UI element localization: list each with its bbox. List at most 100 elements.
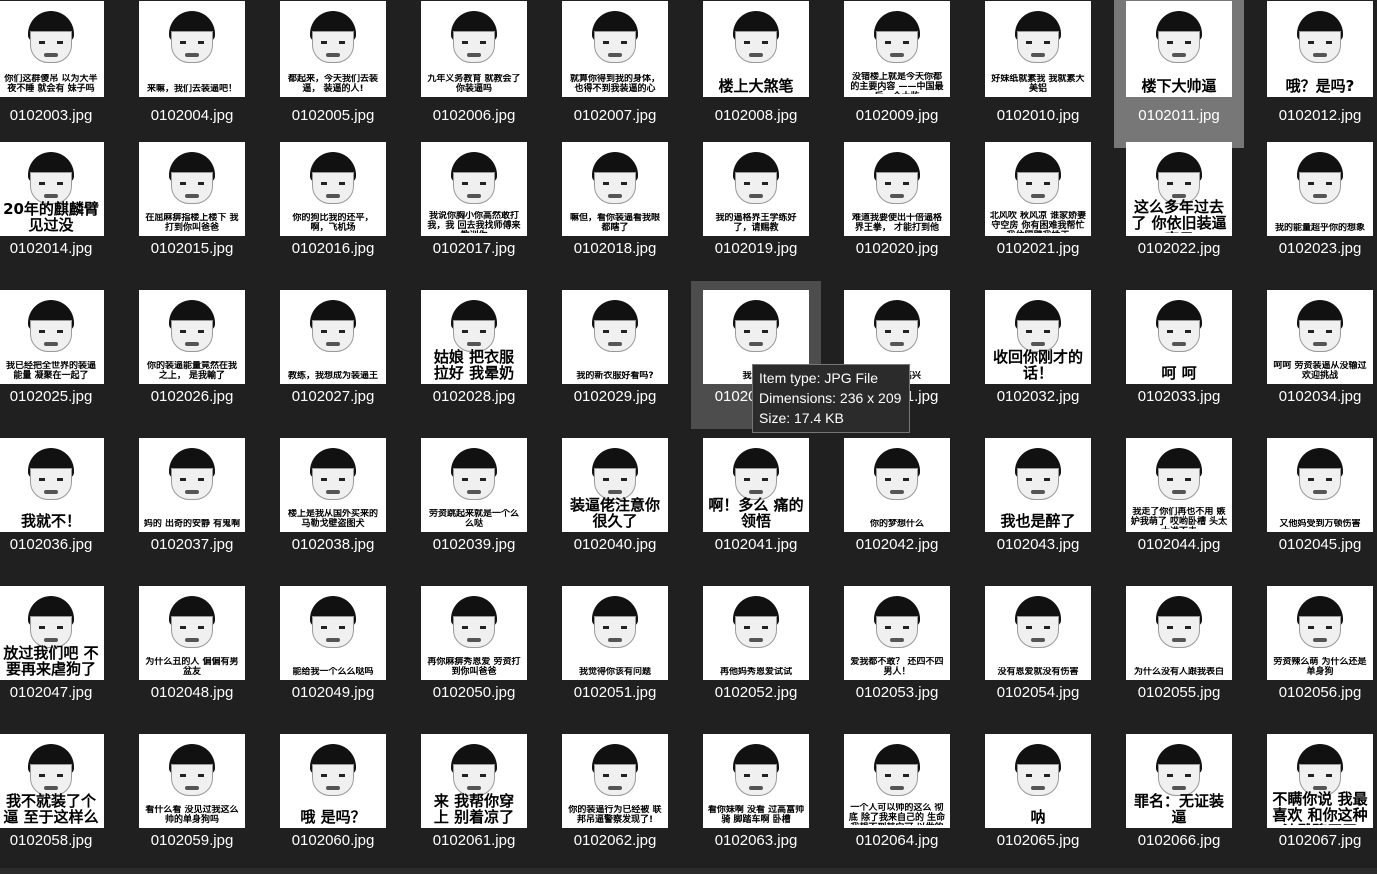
horizontal-scrollbar[interactable]: [0, 868, 1377, 874]
file-item[interactable]: 看你妹啊 没看 过高富帅骑 脚踏车啊 卧槽 0102063.jpg: [691, 725, 821, 873]
meme-eye: [462, 330, 468, 333]
file-item[interactable]: 又他妈受到万顿伤害 0102045.jpg: [1255, 429, 1377, 577]
file-item[interactable]: 为什么没有人跟我表白 0102055.jpg: [1114, 577, 1244, 725]
file-name-label: 0102006.jpg: [432, 107, 516, 124]
file-item[interactable]: 就算你得到我的身体， 也得不到我装逼的心 0102007.jpg: [550, 0, 680, 148]
file-item[interactable]: 教练，我想成为装逼王 0102027.jpg: [268, 281, 398, 429]
file-item[interactable]: 不瞒你说 我最喜欢 和你这种沙雕聊天了 0102067.jpg: [1255, 725, 1377, 873]
file-item[interactable]: 我的能量超乎你的想象 0102023.jpg: [1255, 133, 1377, 281]
file-item[interactable]: 我的逼格界王学练好了，请赐教 0102019.jpg: [691, 133, 821, 281]
file-item[interactable]: 呐 0102065.jpg: [973, 725, 1103, 873]
file-item[interactable]: 哦 是吗？ 0102060.jpg: [268, 725, 398, 873]
file-item[interactable]: 我的新衣服好看吗? 0102029.jpg: [550, 281, 680, 429]
meme-eye: [1026, 330, 1032, 333]
thumbnail-image: 我的能量超乎你的想象: [1267, 142, 1373, 236]
file-item[interactable]: 再你麻痹秀恩爱 劳资打到你叫爸爸 0102050.jpg: [409, 577, 539, 725]
meme-eye: [321, 182, 327, 185]
file-item[interactable]: 罪名：无证装逼 0102066.jpg: [1114, 725, 1244, 873]
file-item[interactable]: 难道我要使出十倍逼格界王拳， 才能打到他 0102020.jpg: [832, 133, 962, 281]
file-item[interactable]: 能给我一个么么哒吗 0102049.jpg: [268, 577, 398, 725]
meme-eye: [39, 182, 45, 185]
file-item[interactable]: 妈的 出奇的安静 有鬼啊 0102037.jpg: [127, 429, 257, 577]
file-item[interactable]: 劳资辣么萌 为什么还是单身狗 0102056.jpg: [1255, 577, 1377, 725]
file-item[interactable]: 啊！多么 痛的领悟 0102041.jpg: [691, 429, 821, 577]
meme-mouth: [44, 53, 58, 57]
file-item[interactable]: 楼上是我从国外买来的 马勒戈壁盗图犬 0102038.jpg: [268, 429, 398, 577]
file-item[interactable]: 北风吹 秋风凉 谁家娇妻守空房 你有困难我帮忙 我住隔壁我姓王 0102021.j…: [973, 133, 1103, 281]
meme-mouth: [467, 638, 481, 642]
thumbnail-image: 好妹纸就素我 我就素大美铝: [985, 1, 1091, 97]
file-item[interactable]: 你的装逼行为已经被 联邦吊逼警察发现了! 0102062.jpg: [550, 725, 680, 873]
file-item[interactable]: 你们这群傻吊 以为大半夜不睡 就会有 妹子吗 0102003.jpg: [0, 0, 116, 148]
meme-mouth: [326, 490, 340, 494]
file-name-label: 0102022.jpg: [1137, 240, 1221, 257]
file-item[interactable]: 我说你胸小你高然敢打我，我 回去我找师傅来教训你 0102017.jpg: [409, 133, 539, 281]
file-item[interactable]: 劳资跳起来就是一个么么哒 0102039.jpg: [409, 429, 539, 577]
thumbnail-caption: 20年的麒麟臂见过没: [3, 201, 99, 233]
file-name-label: 0102063.jpg: [714, 832, 798, 849]
file-item[interactable]: 看什么看 没见过我这么帅的单身狗吗 0102059.jpg: [127, 725, 257, 873]
file-name-label: 0102048.jpg: [150, 684, 234, 701]
file-item[interactable]: 你的梦想什么 0102042.jpg: [832, 429, 962, 577]
meme-eye: [1185, 182, 1191, 185]
file-item[interactable]: 我已经把全世界的装逼能量 凝聚在一起了 0102025.jpg: [0, 281, 116, 429]
file-item[interactable]: 好妹纸就素我 我就素大美铝 0102010.jpg: [973, 0, 1103, 148]
file-item[interactable]: 呵 呵 0102033.jpg: [1114, 281, 1244, 429]
meme-eye: [480, 626, 486, 629]
file-item[interactable]: 哦？是吗? 0102012.jpg: [1255, 0, 1377, 148]
meme-mouth: [608, 786, 622, 790]
thumbnail-image: 楼上是我从国外买来的 马勒戈壁盗图犬: [280, 438, 386, 532]
thumbnail-caption: 妈的 出奇的安静 有鬼啊: [143, 519, 241, 529]
file-item[interactable]: 没有恩爱就没有伤害 0102054.jpg: [973, 577, 1103, 725]
file-item[interactable]: 楼上大煞笔 0102008.jpg: [691, 0, 821, 148]
meme-eye: [1044, 330, 1050, 333]
file-item[interactable]: 装逼佬注意你很久了 0102040.jpg: [550, 429, 680, 577]
file-item[interactable]: 你的装逼能量竟然在我之上， 是我輸了 0102026.jpg: [127, 281, 257, 429]
file-name-label: 0102065.jpg: [996, 832, 1080, 849]
meme-eye: [903, 774, 909, 777]
meme-eye: [180, 626, 186, 629]
file-item[interactable]: 我也是醉了 0102043.jpg: [973, 429, 1103, 577]
file-item[interactable]: 嘛但，看你装逼看我眼都瞎了 0102018.jpg: [550, 133, 680, 281]
thumbnail-caption: 能给我一个么么哒吗: [292, 667, 374, 677]
file-item[interactable]: 我觉得你该有问题 0102051.jpg: [550, 577, 680, 725]
file-item[interactable]: 来嘛，我们去装逼吧！ 0102004.jpg: [127, 0, 257, 148]
file-item[interactable]: 为什么丑的人 偏偏有男盆友 0102048.jpg: [127, 577, 257, 725]
file-item[interactable]: 九年义务教育 就教会了你装逼吗 0102006.jpg: [409, 0, 539, 148]
file-item[interactable]: 没错楼上就是今天你都的主要内容 ——中国最后一个太监 0102009.jpg: [832, 0, 962, 148]
meme-face: [594, 31, 636, 63]
meme-eye: [339, 41, 345, 44]
file-item[interactable]: 收回你刚才的话！ 0102032.jpg: [973, 281, 1103, 429]
file-item[interactable]: 我走了你们再也不用 嫉妒我萌了 哎哟卧槽 头太大进不去 0102044.jpg: [1114, 429, 1244, 577]
meme-face: [171, 764, 213, 796]
thumbnail-image: 罪名：无证装逼: [1126, 734, 1232, 828]
file-name-label: 0102047.jpg: [9, 684, 93, 701]
file-item[interactable]: 都起来，今天我们去装逼， 装逼的人! 0102005.jpg: [268, 0, 398, 148]
file-name-label: 0102045.jpg: [1278, 536, 1362, 553]
file-name-label: 0102060.jpg: [291, 832, 375, 849]
file-item[interactable]: 再他妈秀恩爱试试 0102052.jpg: [691, 577, 821, 725]
file-item[interactable]: 在屈麻痹指楼上楼下 我打到你叫爸爸 0102015.jpg: [127, 133, 257, 281]
file-item[interactable]: 20年的麒麟臂见过没 0102014.jpg: [0, 133, 116, 281]
thumbnail-caption: 你的梦想什么: [869, 519, 924, 529]
file-item[interactable]: 来 我帮你穿 上 别着凉了 0102061.jpg: [409, 725, 539, 873]
file-item[interactable]: 楼下大帅逼 0102011.jpg: [1114, 0, 1244, 148]
file-item[interactable]: 呵呵 劳资装逼从没输过 欢迎挑战 0102034.jpg: [1255, 281, 1377, 429]
file-item[interactable]: 我就不！ 0102036.jpg: [0, 429, 116, 577]
file-item[interactable]: 我不就装了个逼 至于这样么 0102058.jpg: [0, 725, 116, 873]
file-item[interactable]: 爱我都不敢？ 还四不四男人！ 0102053.jpg: [832, 577, 962, 725]
file-item[interactable]: 这么多年过去了 你依旧装逼度日 0102022.jpg: [1114, 133, 1244, 281]
thumbnail-caption: 来 我帮你穿 上 别着凉了: [433, 793, 515, 825]
file-item[interactable]: 姑娘 把衣服 拉好 我晕奶 0102028.jpg: [409, 281, 539, 429]
meme-face: [30, 616, 72, 648]
file-item[interactable]: 放过我们吧 不要再来虐狗了 0102047.jpg: [0, 577, 116, 725]
file-item[interactable]: 一个人可以帅的这么 彻底 除了我来自己的 生命 我想不到其它可 以做的事 情了 0…: [832, 725, 962, 873]
meme-mouth: [749, 786, 763, 790]
thumbnail-caption: 我说你胸小你高然敢打我，我 回去我找师傅来教训你: [427, 211, 521, 233]
thumbnail-caption: 一个人可以帅的这么 彻底 除了我来自己的 生命 我想不到其它可 以做的事 情了: [848, 803, 946, 825]
meme-face: [1299, 320, 1341, 352]
file-name-label: 0102061.jpg: [432, 832, 516, 849]
file-item[interactable]: 你的狗比我的还平，啊，飞机场 0102016.jpg: [268, 133, 398, 281]
meme-mouth: [44, 342, 58, 346]
meme-mouth: [1031, 194, 1045, 198]
